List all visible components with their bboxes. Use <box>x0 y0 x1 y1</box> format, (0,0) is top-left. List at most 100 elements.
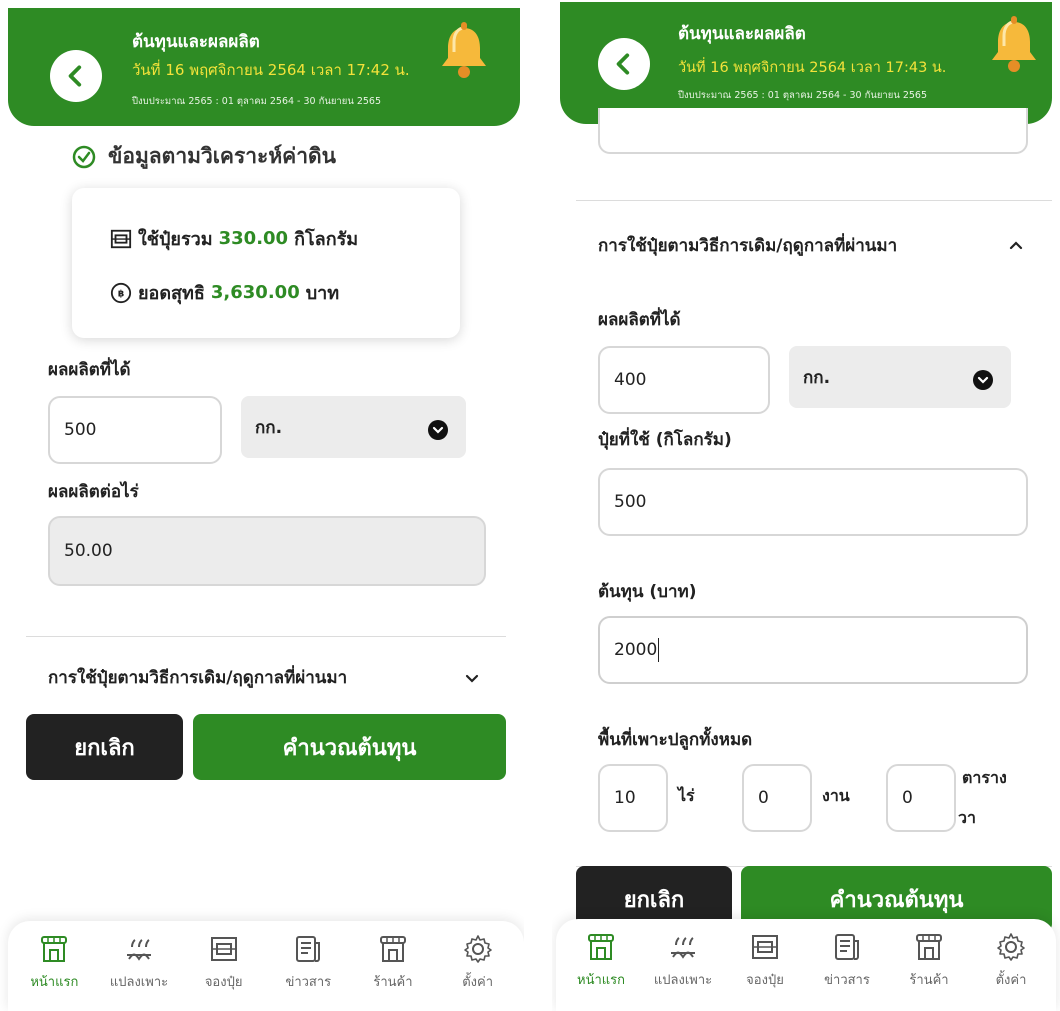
chevron-down-icon <box>428 420 448 440</box>
section-title: ข้อมูลตามวิเคราะห์ค่าดิน <box>108 144 336 168</box>
divider <box>26 636 506 637</box>
nav-label: ร้านค้า <box>909 973 949 988</box>
area-wa-unit-line1: ตาราง <box>962 768 1007 787</box>
bell-icon[interactable] <box>438 22 490 80</box>
nav-item-settings[interactable]: ตั้งค่า <box>438 933 518 1011</box>
nav-item-fertilizer[interactable]: จองปุ๋ย <box>725 931 805 1011</box>
yield-unit-value: กก. <box>803 368 831 388</box>
news-icon <box>835 934 859 960</box>
yield-label: ผลผลิตที่ได้ <box>48 360 131 380</box>
nav-label: จองปุ๋ย <box>746 973 784 988</box>
shop-icon <box>916 934 942 960</box>
fertilizer-used-label: ปุ๋ยที่ใช้ (กิโลกรัม) <box>598 430 732 450</box>
fertilizer-value: 330.00 <box>218 228 289 249</box>
chevron-left-icon <box>68 65 82 87</box>
fertilizer-bag-icon <box>752 935 778 959</box>
page-title: ต้นทุนและผลผลิต <box>132 32 260 52</box>
traditional-method-accordion[interactable]: การใช้ปุ๋ยตามวิธีการเดิม/ฤดูกาลที่ผ่านมา <box>598 232 1024 259</box>
store-icon <box>41 936 68 962</box>
yield-input[interactable]: 400 <box>598 346 770 414</box>
net-unit: บาท <box>305 283 340 304</box>
chevron-down-icon <box>973 370 993 390</box>
svg-text:฿: ฿ <box>118 288 124 299</box>
nav-item-news[interactable]: ข่าวสาร <box>807 931 887 1011</box>
area-ngan-input[interactable]: 0 <box>742 764 812 832</box>
yield-unit-value: กก. <box>255 418 283 438</box>
nav-label: ข่าวสาร <box>824 973 870 988</box>
nav-item-home[interactable]: หน้าแรก <box>561 931 641 1011</box>
nav-label: หน้าแรก <box>577 973 625 988</box>
nav-label: จองปุ๋ย <box>204 975 243 990</box>
bottom-nav: หน้าแรก แปลงเพาะ จองปุ๋ย ข่าวสาร ร้านค้า… <box>556 919 1056 1011</box>
cost-label: ต้นทุน (บาท) <box>598 582 697 602</box>
area-wa-unit-line2: วา <box>958 808 976 827</box>
nav-label: แปลงเพาะ <box>109 975 169 990</box>
soil-analysis-heading: ข้อมูลตามวิเคราะห์ค่าดิน <box>72 140 336 173</box>
budget-period: ปีงบประมาณ 2565 : 01 ตุลาคม 2564 - 30 กั… <box>132 96 382 107</box>
area-rai-unit: ไร่ <box>678 786 695 805</box>
fertilizer-bag-icon <box>210 937 237 961</box>
plant-icon <box>671 937 695 959</box>
net-total-row: ฿ ยอดสุทธิ 3,630.00 บาท <box>110 278 339 307</box>
bottom-nav: หน้าแรก แปลงเพาะ จองปุ๋ย ข่าวสาร ร้านค้า… <box>8 921 524 1011</box>
divider <box>576 200 1052 201</box>
cancel-button[interactable]: ยกเลิก <box>26 714 183 780</box>
nav-item-shop[interactable]: ร้านค้า <box>353 933 433 1011</box>
nav-label: ตั้งค่า <box>462 975 493 990</box>
total-area-label: พื้นที่เพาะปลูกทั้งหมด <box>598 730 753 750</box>
nav-item-fertilizer[interactable]: จองปุ๋ย <box>184 933 264 1011</box>
store-icon <box>588 934 614 960</box>
plant-icon <box>126 939 151 961</box>
fertilizer-prefix: ใช้ปุ๋ยรวม <box>138 229 213 250</box>
accordion-label: การใช้ปุ๋ยตามวิธีการเดิม/ฤดูกาลที่ผ่านมา <box>48 668 348 688</box>
yield-input[interactable]: 500 <box>48 396 222 464</box>
nav-label: หน้าแรก <box>30 975 79 990</box>
traditional-method-accordion[interactable]: การใช้ปุ๋ยตามวิธีการเดิม/ฤดูกาลที่ผ่านมา <box>48 664 480 691</box>
app-header: ต้นทุนและผลผลิต วันที่ 16 พฤศจิกายน 2564… <box>8 8 520 126</box>
chevron-left-icon <box>616 53 630 75</box>
fertilizer-used-input[interactable]: 500 <box>598 468 1028 536</box>
back-button[interactable] <box>598 38 650 90</box>
net-prefix: ยอดสุทธิ <box>138 283 205 304</box>
nav-item-plots[interactable]: แปลงเพาะ <box>99 933 179 1011</box>
yield-per-rai-field: 50.00 <box>48 516 486 586</box>
chevron-down-icon <box>465 674 479 683</box>
nav-item-home[interactable]: หน้าแรก <box>14 933 94 1011</box>
area-rai-input[interactable]: 10 <box>598 764 668 832</box>
cost-input[interactable]: 2000 <box>598 616 1028 684</box>
nav-item-shop[interactable]: ร้านค้า <box>889 931 969 1011</box>
check-circle-icon <box>72 145 96 168</box>
nav-item-news[interactable]: ข่าวสาร <box>268 933 348 1011</box>
area-wa-input[interactable]: 0 <box>886 764 956 832</box>
fertilizer-bag-icon <box>110 229 132 248</box>
bell-icon[interactable] <box>988 16 1040 74</box>
nav-item-settings[interactable]: ตั้งค่า <box>971 931 1051 1011</box>
yield-unit-select[interactable]: กก. <box>789 346 1011 408</box>
yield-unit-select[interactable]: กก. <box>241 396 466 458</box>
right-screen: ต้นทุนและผลผลิต วันที่ 16 พฤศจิกายน 2564… <box>552 0 1060 1011</box>
yield-per-rai-label: ผลผลิตต่อไร่ <box>48 482 139 502</box>
budget-period: ปีงบประมาณ 2565 : 01 ตุลาคม 2564 - 30 กั… <box>678 90 928 101</box>
fertilizer-total-row: ใช้ปุ๋ยรวม 330.00 กิโลกรัม <box>110 224 358 253</box>
text-caret <box>658 638 660 662</box>
back-button[interactable] <box>50 50 102 102</box>
baht-coin-icon: ฿ <box>110 282 132 303</box>
chevron-up-icon <box>1009 240 1023 249</box>
cost-value: 2000 <box>614 640 658 660</box>
net-value: 3,630.00 <box>210 282 300 303</box>
calculate-cost-button[interactable]: คำนวณต้นทุน <box>193 714 506 780</box>
gear-icon <box>997 933 1025 961</box>
nav-label: ร้านค้า <box>373 975 413 990</box>
header-date: วันที่ 16 พฤศจิกายน 2564 เวลา 17:42 น. <box>132 61 410 79</box>
gear-icon <box>463 935 492 963</box>
summary-card: ใช้ปุ๋ยรวม 330.00 กิโลกรัม ฿ ยอดสุทธิ 3,… <box>72 188 460 338</box>
nav-label: แปลงเพาะ <box>653 973 713 988</box>
page-title: ต้นทุนและผลผลิต <box>678 24 806 44</box>
left-screen: ต้นทุนและผลผลิต วันที่ 16 พฤศจิกายน 2564… <box>0 0 524 1011</box>
app-header: ต้นทุนและผลผลิต วันที่ 16 พฤศจิกายน 2564… <box>560 2 1052 124</box>
yield-label: ผลผลิตที่ได้ <box>598 310 681 330</box>
header-date: วันที่ 16 พฤศจิกายน 2564 เวลา 17:43 น. <box>678 60 947 76</box>
accordion-label: การใช้ปุ๋ยตามวิธีการเดิม/ฤดูกาลที่ผ่านมา <box>598 236 898 256</box>
nav-label: ข่าวสาร <box>285 975 332 990</box>
nav-item-plots[interactable]: แปลงเพาะ <box>643 931 723 1011</box>
